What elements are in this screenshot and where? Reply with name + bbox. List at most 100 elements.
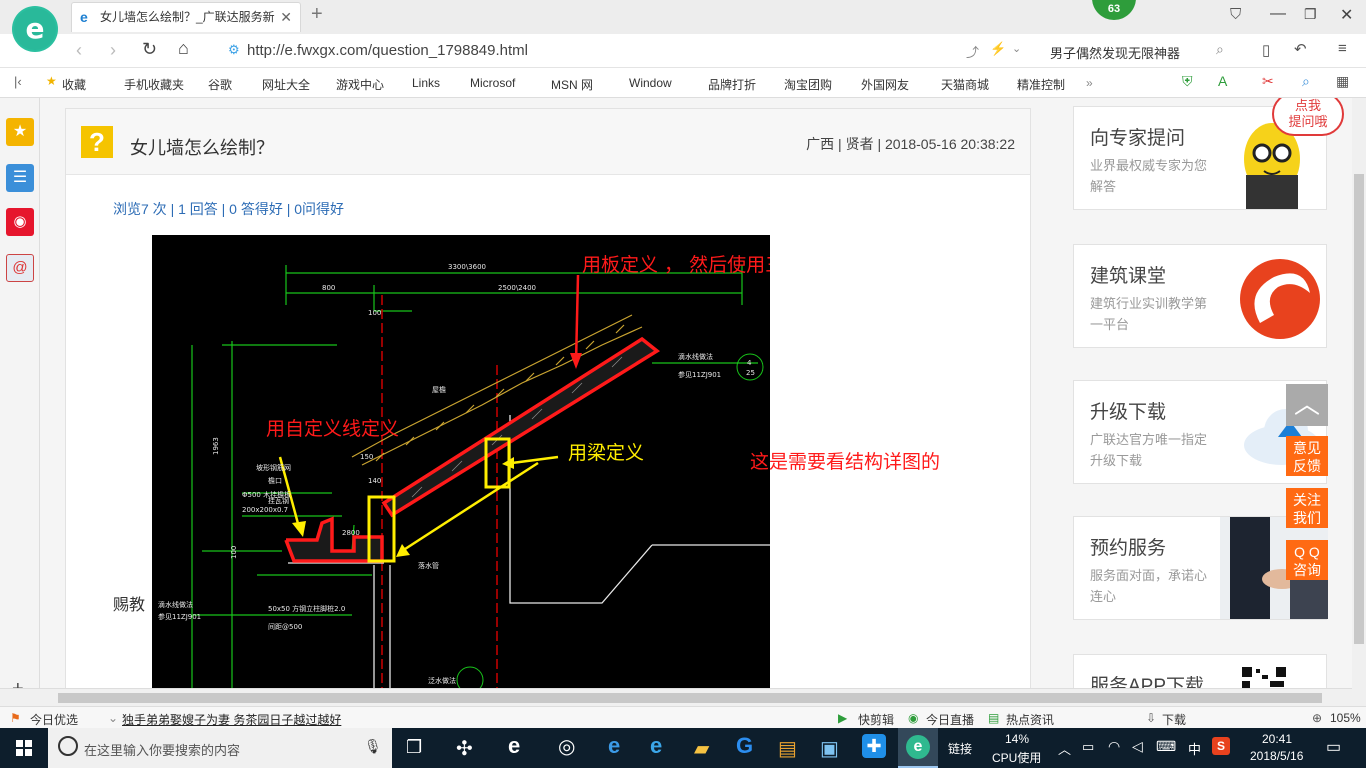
bookmark-control[interactable]: 精准控制: [1017, 76, 1065, 93]
label-tile-batten: 挂瓦钢: [268, 496, 289, 505]
tray-link[interactable]: 链接: [948, 740, 972, 757]
question-stats[interactable]: 浏览7 次 | 1 回答 | 0 答得好 | 0问得好: [113, 199, 344, 219]
sogou-icon[interactable]: S: [1212, 737, 1230, 755]
app-notes-icon[interactable]: ▤: [778, 736, 797, 761]
bookmark-url-hub[interactable]: 网址大全: [262, 76, 310, 93]
lightning-icon[interactable]: ⚡: [990, 41, 1006, 57]
clock-time[interactable]: 20:41: [1262, 732, 1292, 746]
tab-active[interactable]: e 女儿墙怎么绘制？_广联达服务新 ✕: [71, 2, 301, 32]
bookmark-taobao[interactable]: 淘宝团购: [784, 76, 832, 93]
vertical-scrollbar[interactable]: [1352, 98, 1366, 706]
undo-icon[interactable]: ↶: [1294, 40, 1307, 58]
card-app-download[interactable]: 服务APP下载: [1073, 654, 1327, 688]
bookmark-brand-sale[interactable]: 品牌打折: [708, 76, 756, 93]
taskbar-search[interactable]: 在这里输入你要搜索的内容 🎙: [48, 728, 392, 768]
action-center-icon[interactable]: ▭: [1326, 737, 1341, 757]
new-tab-icon[interactable]: +: [311, 3, 323, 26]
email-icon[interactable]: @: [6, 254, 34, 282]
tab-close-icon[interactable]: ✕: [280, 3, 292, 31]
app-g-icon[interactable]: G: [736, 733, 753, 759]
more-bookmarks-icon[interactable]: »: [1086, 76, 1093, 90]
quick-edit[interactable]: 快剪辑: [858, 711, 894, 728]
bookmark-msn[interactable]: MSN 网: [551, 76, 593, 93]
dropdown-icon[interactable]: ⌄: [1012, 42, 1021, 55]
shield-icon[interactable]: ⛨: [1182, 73, 1193, 90]
app-window-icon[interactable]: ▣: [820, 736, 839, 761]
share-icon[interactable]: ⤴: [966, 42, 979, 61]
close-window-icon[interactable]: ✕: [1340, 5, 1353, 25]
grid-icon[interactable]: ▦: [1336, 73, 1349, 90]
search-suggestion[interactable]: 男子偶然发现无限神器: [1050, 43, 1180, 62]
start-button[interactable]: [0, 728, 48, 768]
live-icon: ◉: [908, 711, 919, 725]
sidebar-toggle-icon[interactable]: |‹: [14, 74, 22, 89]
qq-consult-button[interactable]: Q Q咨询: [1286, 540, 1328, 580]
app-pinwheel-icon[interactable]: ✣: [456, 736, 473, 761]
reader-icon[interactable]: ☰: [6, 164, 34, 192]
bookmark-windows[interactable]: Window: [629, 76, 672, 90]
bookmark-games[interactable]: 游戏中心: [336, 76, 384, 93]
bookmark-mobile[interactable]: 手机收藏夹: [124, 76, 184, 93]
search-icon[interactable]: ⌕: [1216, 41, 1224, 58]
minimize-icon[interactable]: —: [1270, 5, 1286, 23]
forward-icon[interactable]: ›: [110, 40, 116, 61]
back-icon[interactable]: ‹: [76, 40, 82, 61]
shirt-icon[interactable]: ⛉: [1230, 6, 1241, 23]
home-icon[interactable]: ⌂: [178, 38, 189, 59]
tray-device-icon[interactable]: ▭: [1082, 739, 1094, 755]
follow-us-button[interactable]: 关注我们: [1286, 488, 1328, 528]
cad-drawing[interactable]: 3300\3600 800 2500\2400 100 1963 100 280…: [152, 235, 770, 688]
maximize-icon[interactable]: ❐: [1304, 6, 1317, 23]
app-ie-icon[interactable]: e: [650, 733, 662, 759]
bookmark-tmall[interactable]: 天猫商城: [941, 76, 989, 93]
downloads[interactable]: 下载: [1162, 711, 1186, 728]
bookmark-favorites[interactable]: 收藏: [62, 76, 86, 93]
url-field[interactable]: http://e.fwxgx.com/question_1798849.html: [247, 42, 528, 59]
ask-bubble[interactable]: 点我 提问哦: [1272, 98, 1344, 136]
app-swirl-icon[interactable]: ◎: [558, 734, 575, 759]
tray-up-icon[interactable]: ︿: [1058, 739, 1071, 758]
hot-news[interactable]: 热点资讯: [1006, 711, 1054, 728]
feedback-button[interactable]: 意见反馈: [1286, 436, 1328, 476]
class-logo-icon: [1240, 259, 1320, 339]
card-app-title: 服务APP下载: [1090, 676, 1205, 688]
scroll-thumb[interactable]: [1354, 174, 1364, 644]
today-live[interactable]: 今日直播: [926, 711, 974, 728]
back-to-top-button[interactable]: ︿: [1286, 384, 1328, 426]
mobile-icon[interactable]: ▯: [1262, 41, 1270, 59]
task-view-icon[interactable]: ❐: [406, 737, 422, 758]
bookmark-microsoft[interactable]: Microsof: [470, 76, 515, 90]
translate-icon[interactable]: A: [1218, 73, 1227, 89]
bookmark-links[interactable]: Links: [412, 76, 440, 90]
app-plus-icon[interactable]: ✚: [862, 734, 886, 758]
favorites-icon[interactable]: ★: [6, 118, 34, 146]
news-link[interactable]: 独手弟弟娶嫂子为妻 务茶园日子越过越好: [122, 711, 341, 728]
scissors-icon[interactable]: ✂: [1262, 73, 1274, 90]
weibo-icon[interactable]: ◉: [6, 208, 34, 236]
today-pick[interactable]: 今日优选: [30, 711, 78, 728]
ime-indicator[interactable]: 中: [1188, 739, 1201, 758]
question-meta: 广西 | 贤者 | 2018-05-16 20:38:22: [806, 136, 1015, 152]
volume-icon[interactable]: ◁: [1132, 738, 1143, 755]
magnifier-icon[interactable]: ⌕: [1302, 73, 1310, 90]
clock-date[interactable]: 2018/5/16: [1250, 749, 1303, 763]
zoom-level[interactable]: 105%: [1330, 711, 1361, 725]
notification-badge[interactable]: 63: [1092, 0, 1136, 20]
browser-logo[interactable]: e: [12, 6, 58, 52]
wifi-icon[interactable]: ◠: [1108, 738, 1120, 755]
app-explorer-icon[interactable]: ▰: [694, 736, 709, 761]
menu-icon[interactable]: ≡: [1338, 40, 1347, 57]
horizontal-scrollbar[interactable]: [0, 688, 1352, 706]
app-browser-e-icon[interactable]: e: [508, 733, 520, 759]
card-building-class[interactable]: 建筑课堂 建筑行业实训教学第一平台: [1073, 244, 1327, 348]
refresh-icon[interactable]: ↻: [142, 39, 157, 60]
keyboard-icon[interactable]: ⌨: [1156, 738, 1176, 755]
app-active-browser[interactable]: e: [898, 728, 938, 768]
bookmark-foreign[interactable]: 外国网友: [861, 76, 909, 93]
dim-overhang: 150: [360, 453, 373, 461]
hscroll-thumb[interactable]: [58, 693, 1322, 703]
mic-icon[interactable]: 🎙: [364, 738, 382, 755]
bookmark-google[interactable]: 谷歌: [208, 76, 232, 93]
site-security-icon[interactable]: ⚙: [228, 42, 240, 58]
app-edge-icon[interactable]: e: [608, 733, 620, 759]
